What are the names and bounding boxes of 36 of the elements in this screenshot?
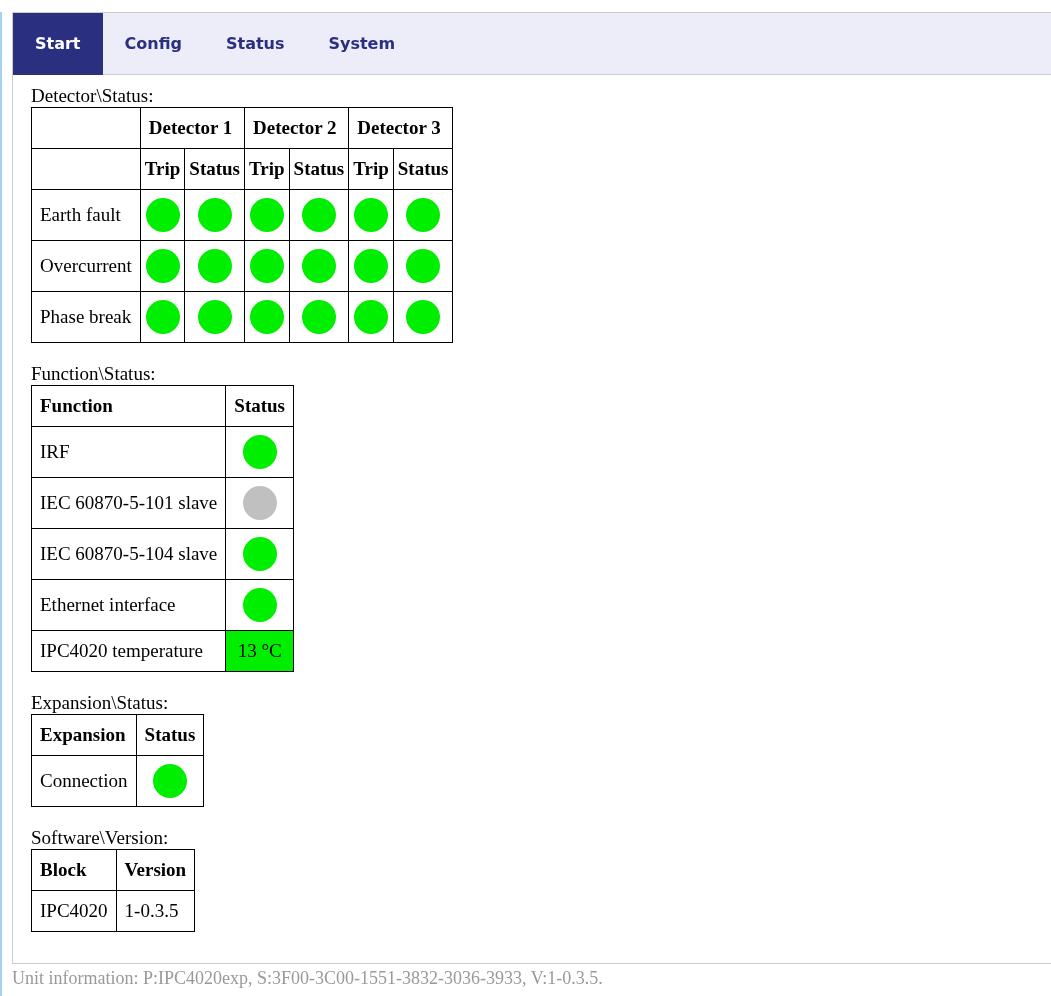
column-header: Detector 2 bbox=[244, 107, 349, 149]
column-header: Detector 1 bbox=[140, 107, 245, 149]
row-label: IPC4020 temperature bbox=[31, 630, 226, 672]
tab[interactable]: System bbox=[306, 13, 418, 75]
section-title: Software\Version: bbox=[31, 827, 170, 849]
column-header: Detector 3 bbox=[348, 107, 453, 149]
section-title: Detector\Status: bbox=[31, 85, 155, 107]
column-header: Trip bbox=[348, 148, 394, 190]
row-label: Ethernet interface bbox=[31, 579, 226, 631]
column-header: Block bbox=[31, 849, 117, 891]
tab[interactable]: Config bbox=[102, 13, 204, 75]
section-title: Function\Status: bbox=[31, 363, 157, 385]
tab[interactable]: Start bbox=[13, 13, 103, 75]
tab[interactable]: Status bbox=[203, 13, 307, 75]
table-cell: 1-0.3.5 bbox=[116, 890, 195, 932]
column-header: Trip bbox=[140, 148, 185, 190]
unit-information-text: Unit information: P:IPC4020exp, S:3F00-3C00-1551-3832-3036-3933, V:1-0.3.5. bbox=[12, 967, 604, 989]
column-header: Function bbox=[31, 385, 226, 427]
row-label: Overcurrent bbox=[31, 240, 141, 292]
row-label: Phase break bbox=[31, 291, 141, 343]
row-label: Earth fault bbox=[31, 189, 141, 241]
temperature-reading: 13 °C bbox=[225, 630, 294, 672]
row-label: IEC 60870-5-104 slave bbox=[31, 528, 226, 580]
section-title: Expansion\Status: bbox=[31, 692, 170, 714]
column-header: Expansion bbox=[31, 714, 137, 756]
column-header: Status bbox=[225, 385, 294, 427]
row-label: IRF bbox=[31, 426, 226, 478]
row-label: Connection bbox=[31, 755, 137, 807]
table-cell: IPC4020 bbox=[31, 890, 117, 932]
column-header: Status bbox=[184, 148, 245, 190]
column-header: Trip bbox=[244, 148, 290, 190]
column-header: Status bbox=[136, 714, 204, 756]
column-header: Status bbox=[393, 148, 453, 190]
column-header: Status bbox=[289, 148, 349, 190]
row-label: IEC 60870-5-101 slave bbox=[31, 477, 226, 529]
column-header: Version bbox=[116, 849, 195, 891]
